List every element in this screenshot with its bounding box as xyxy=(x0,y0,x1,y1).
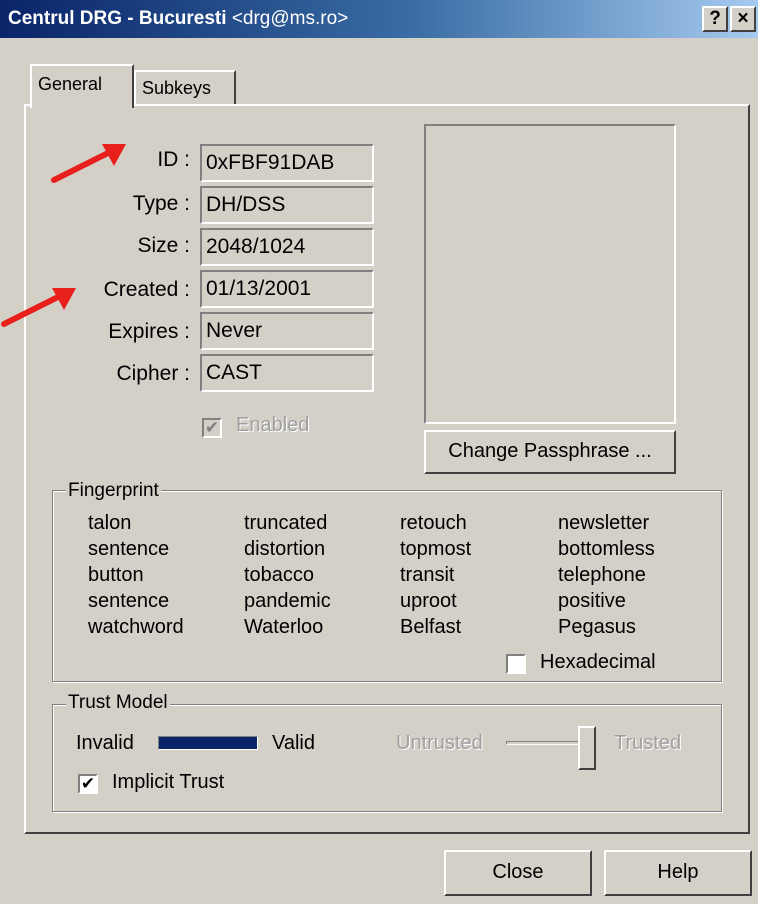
fingerprint-word: Waterloo xyxy=(244,616,324,638)
enabled-checkbox: ✔ xyxy=(202,418,222,438)
enabled-label: Enabled xyxy=(236,414,310,436)
untrusted-label: Untrusted xyxy=(396,732,483,754)
size-label: Size : xyxy=(137,234,190,257)
trusted-label: Trusted xyxy=(614,732,682,754)
help-button-label: Help xyxy=(657,861,699,883)
validity-bar xyxy=(158,736,258,750)
type-label: Type : xyxy=(132,192,190,215)
window-title: Centrul DRG - Bucuresti <drg@ms.ro> xyxy=(8,8,348,30)
annotation-arrow-created xyxy=(1,288,76,327)
help-button[interactable]: Help xyxy=(604,850,752,896)
hexadecimal-checkbox[interactable] xyxy=(506,654,526,674)
created-label: Created : xyxy=(103,278,190,301)
tab-general-label: General xyxy=(38,74,103,94)
fingerprint-word: topmost xyxy=(400,538,472,560)
cipher-field: CAST xyxy=(200,354,374,392)
trust-model-title: Trust Model xyxy=(66,692,170,714)
id-field: 0xFBF91DAB xyxy=(200,144,374,182)
expires-label: Expires : xyxy=(108,320,190,343)
fingerprint-word: retouch xyxy=(400,512,467,534)
trust-model-group xyxy=(52,704,722,812)
fingerprint-word: transit xyxy=(400,564,455,586)
valid-label: Valid xyxy=(272,732,315,754)
tab-subkeys[interactable]: Subkeys xyxy=(134,70,236,104)
fingerprint-word: sentence xyxy=(88,590,170,612)
implicit-trust-label: Implicit Trust xyxy=(112,771,225,793)
fingerprint-word: tobacco xyxy=(244,564,315,586)
fingerprint-word: telephone xyxy=(558,564,646,586)
change-passphrase-button[interactable]: Change Passphrase ... xyxy=(424,430,676,474)
invalid-label: Invalid xyxy=(76,732,134,754)
fingerprint-word: Belfast xyxy=(400,616,462,638)
window-title-email: <drg@ms.ro> xyxy=(231,8,349,29)
hexadecimal-label: Hexadecimal xyxy=(540,651,656,673)
created-field: 01/13/2001 xyxy=(200,270,374,308)
tab-subkeys-label: Subkeys xyxy=(142,78,212,98)
key-properties-dialog: Centrul DRG - Bucuresti <drg@ms.ro> ? × … xyxy=(0,0,758,904)
implicit-trust-checkbox[interactable]: ✔ xyxy=(78,774,98,794)
fingerprint-title: Fingerprint xyxy=(66,480,161,502)
window-title-text: Centrul DRG - Bucuresti xyxy=(8,8,227,29)
cipher-label: Cipher : xyxy=(116,362,190,385)
close-title-button[interactable]: × xyxy=(730,6,756,32)
fingerprint-word: newsletter xyxy=(558,512,650,534)
fingerprint-word: talon xyxy=(88,512,132,534)
close-button-label: Close xyxy=(492,861,544,883)
type-field: DH/DSS xyxy=(200,186,374,224)
validity-bar-fill xyxy=(159,737,257,749)
trust-slider-thumb[interactable] xyxy=(578,726,596,770)
fingerprint-word: pandemic xyxy=(244,590,331,612)
help-title-button[interactable]: ? xyxy=(702,6,728,32)
fingerprint-word: sentence xyxy=(88,538,170,560)
close-button[interactable]: Close xyxy=(444,850,592,896)
fingerprint-word: truncated xyxy=(244,512,328,534)
fingerprint-word: watchword xyxy=(88,616,184,638)
fingerprint-word: Pegasus xyxy=(558,616,636,638)
expires-field: Never xyxy=(200,312,374,350)
fingerprint-words: talon truncated retouch newsletter sente… xyxy=(88,512,688,642)
photo-area[interactable] xyxy=(424,124,676,424)
fingerprint-word: uproot xyxy=(400,590,457,612)
id-label: ID : xyxy=(157,148,190,171)
fingerprint-word: distortion xyxy=(244,538,326,560)
fingerprint-word: positive xyxy=(558,590,626,612)
tab-general[interactable]: General xyxy=(30,64,134,108)
title-bar[interactable]: Centrul DRG - Bucuresti <drg@ms.ro> ? × xyxy=(0,0,758,38)
fingerprint-word: bottomless xyxy=(558,538,655,560)
size-field: 2048/1024 xyxy=(200,228,374,266)
change-passphrase-label: Change Passphrase ... xyxy=(448,440,652,462)
fingerprint-word: button xyxy=(88,564,144,586)
